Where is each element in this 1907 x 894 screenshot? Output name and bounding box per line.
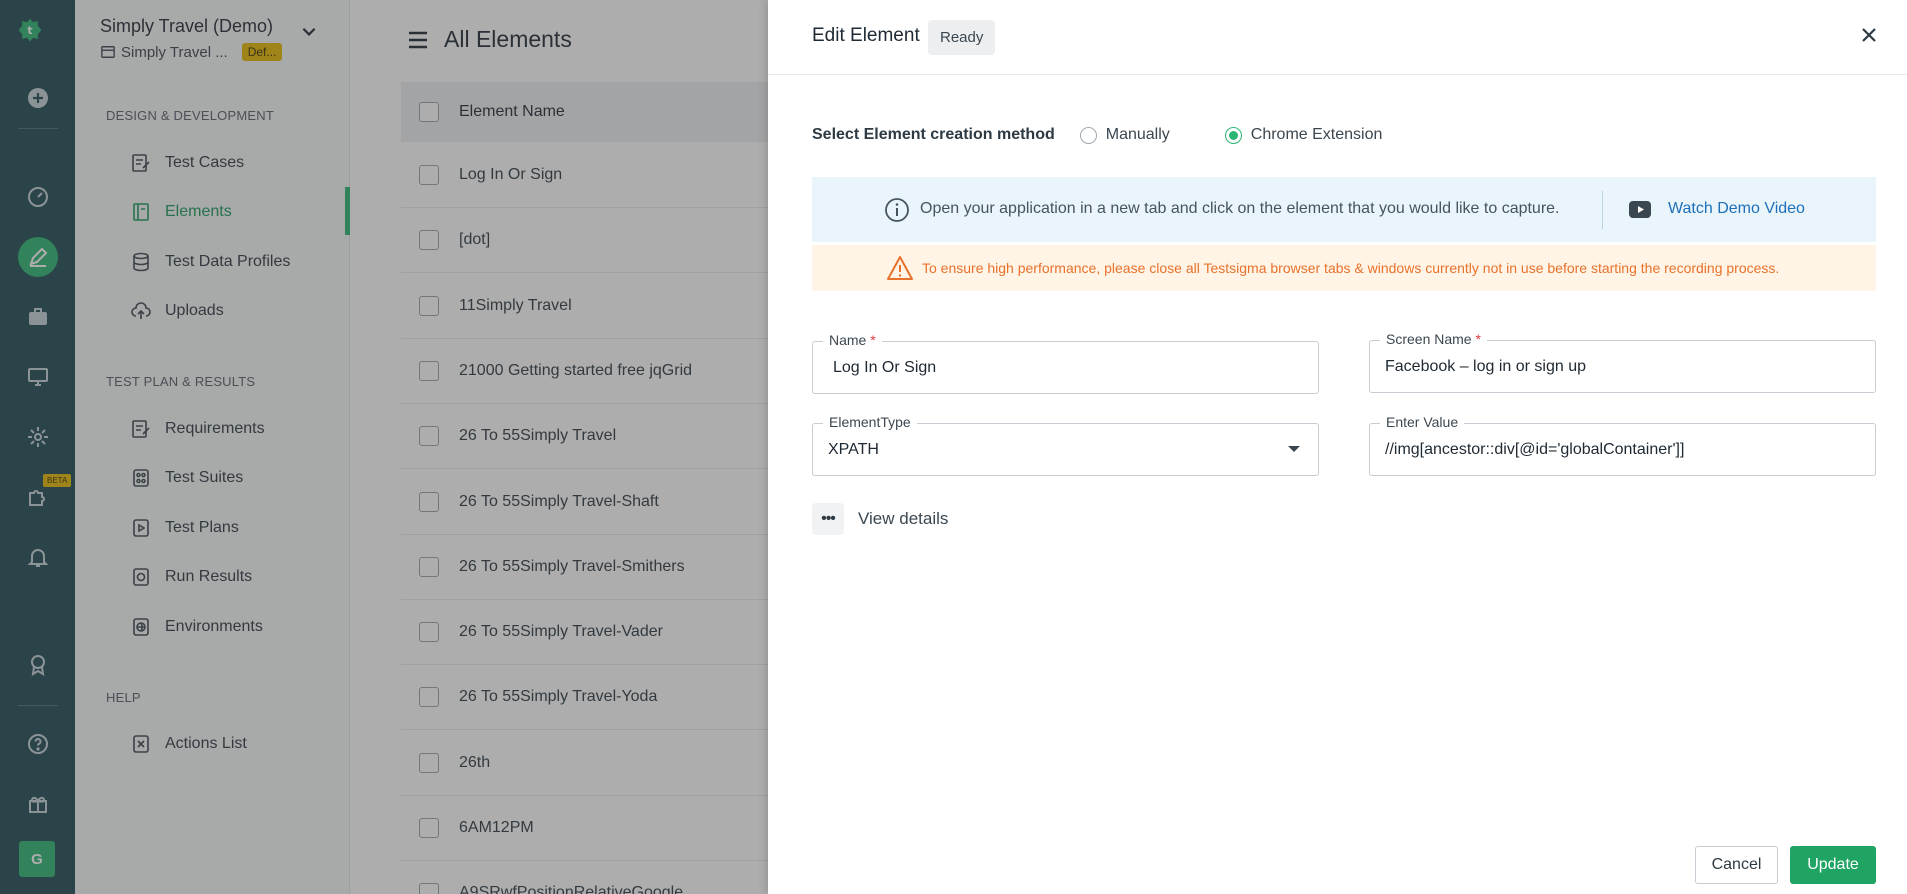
enter-value-label: Enter Value bbox=[1380, 414, 1465, 430]
screen-name-field-value[interactable]: Facebook – log in or sign up bbox=[1385, 358, 1586, 376]
video-play-icon[interactable] bbox=[1629, 201, 1651, 218]
status-badge: Ready bbox=[928, 20, 996, 55]
element-type-value: XPATH bbox=[828, 441, 879, 458]
element-type-label: ElementType bbox=[823, 414, 917, 430]
creation-method-group: Select Element creation method Manually … bbox=[812, 126, 1382, 144]
radio-label: Chrome Extension bbox=[1250, 126, 1383, 143]
view-details-label: View details bbox=[858, 509, 949, 528]
cancel-button[interactable]: Cancel bbox=[1695, 846, 1778, 884]
name-field-label: Name * bbox=[823, 332, 882, 348]
drawer-header: Edit Element Ready bbox=[768, 0, 1907, 75]
info-banner: Open your application in a new tab and c… bbox=[812, 177, 1876, 242]
info-divider bbox=[1602, 191, 1603, 229]
warning-text: To ensure high performance, please close… bbox=[922, 260, 1780, 276]
radio-button[interactable] bbox=[1224, 126, 1242, 144]
update-button[interactable]: Update bbox=[1790, 846, 1876, 884]
more-dots-icon[interactable]: ••• bbox=[812, 503, 844, 535]
element-type-select[interactable]: ElementType XPATH bbox=[812, 414, 1319, 476]
name-field[interactable]: Name * Log In Or Sign bbox=[812, 332, 1319, 394]
enter-value-value[interactable]: //img[ancestor::div[@id='globalContainer… bbox=[1385, 441, 1684, 459]
warning-triangle-icon bbox=[887, 256, 913, 280]
screen-name-field-label: Screen Name * bbox=[1380, 331, 1487, 347]
radio-chrome-extension[interactable]: Chrome Extension bbox=[1224, 126, 1383, 144]
watch-demo-video-link[interactable]: Watch Demo Video bbox=[1668, 200, 1805, 218]
name-field-value[interactable]: Log In Or Sign bbox=[833, 359, 936, 377]
info-circle-icon bbox=[885, 198, 909, 222]
warning-banner: To ensure high performance, please close… bbox=[812, 245, 1876, 291]
radio-manually[interactable]: Manually bbox=[1079, 126, 1170, 144]
creation-method-label: Select Element creation method bbox=[812, 126, 1055, 143]
radio-label: Manually bbox=[1105, 126, 1170, 143]
drawer-title: Edit Element bbox=[812, 25, 920, 46]
radio-button[interactable] bbox=[1079, 126, 1097, 144]
close-icon[interactable] bbox=[1858, 24, 1880, 46]
edit-element-drawer: Edit Element Ready Select Element creati… bbox=[768, 0, 1907, 894]
enter-value-field[interactable]: Enter Value //img[ancestor::div[@id='glo… bbox=[1369, 414, 1876, 476]
dropdown-caret-icon[interactable] bbox=[1288, 446, 1300, 452]
info-text: Open your application in a new tab and c… bbox=[920, 200, 1560, 217]
screen-name-field[interactable]: Screen Name * Facebook – log in or sign … bbox=[1369, 331, 1876, 393]
view-details-toggle[interactable]: ••• View details bbox=[812, 503, 948, 535]
